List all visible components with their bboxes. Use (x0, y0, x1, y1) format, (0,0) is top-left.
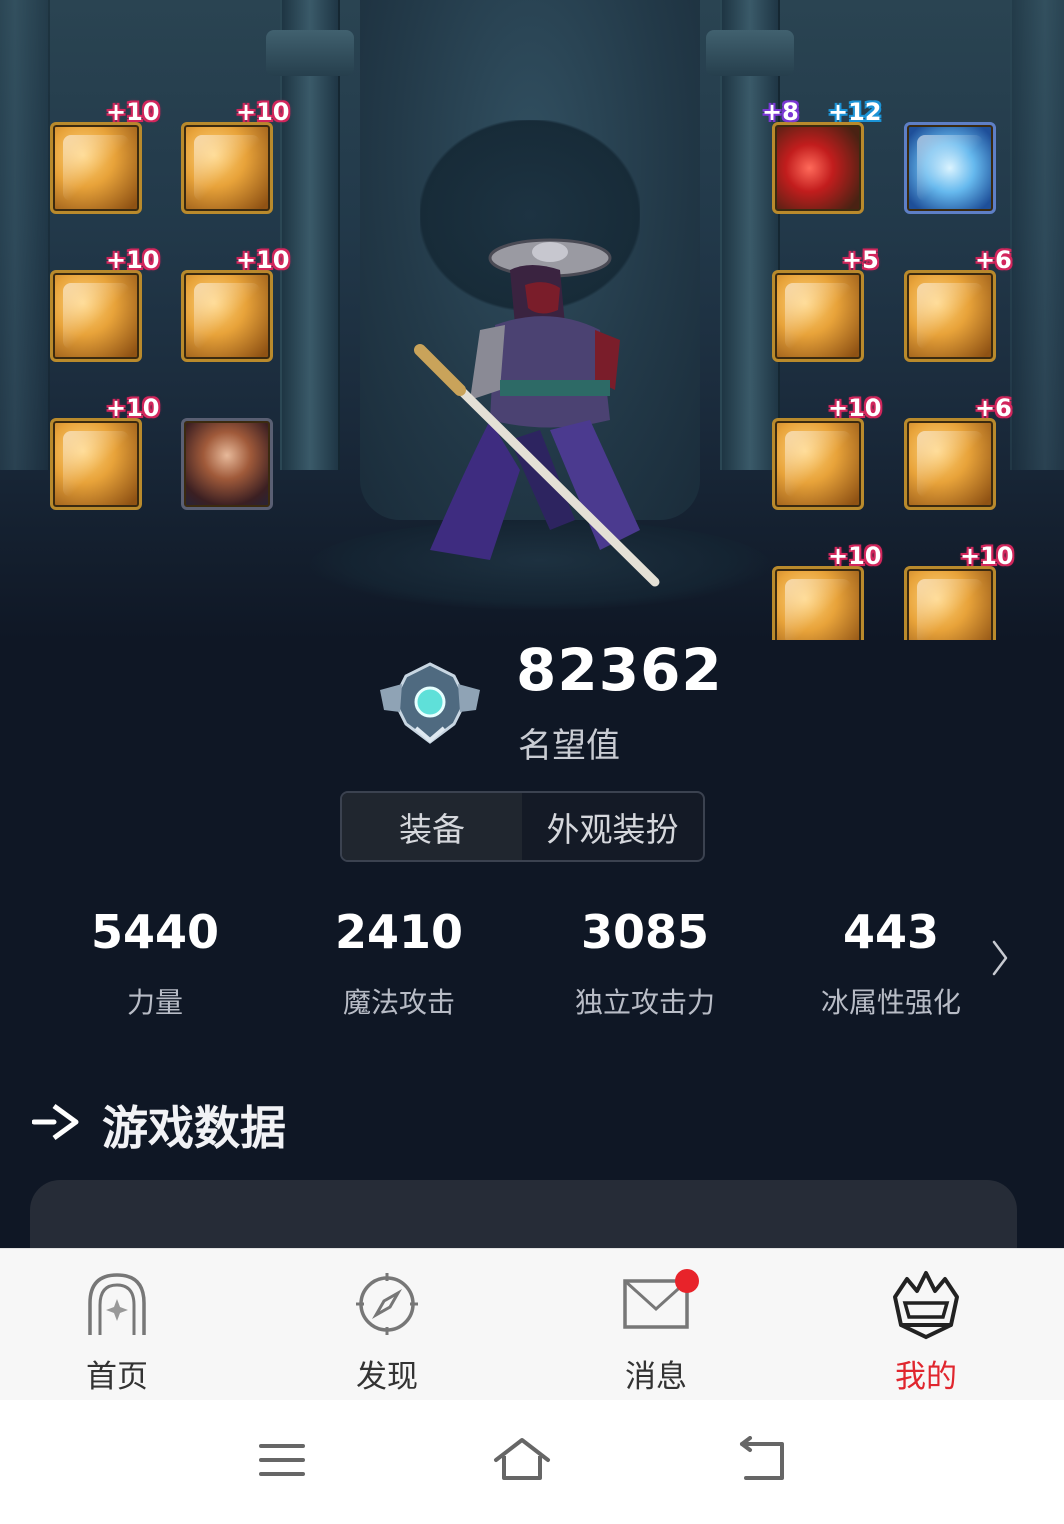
equip-slot-top[interactable] (181, 122, 273, 214)
equip-slot-belt[interactable] (181, 270, 273, 362)
stat-value: 3085 (580, 905, 710, 959)
equip-slot-weapon[interactable] (772, 122, 864, 214)
enhance-level: +6 (975, 246, 1012, 274)
enhance-level: +10 (828, 394, 882, 422)
stat-label: 力量 (126, 986, 183, 1019)
background-pillar (1010, 0, 1064, 470)
enhance-level: +6 (975, 394, 1012, 422)
system-nav-bar (0, 1400, 1064, 1524)
crown-icon (893, 1271, 959, 1340)
equip-slot-shoes[interactable] (50, 418, 142, 510)
tab-discover[interactable]: 发现 (287, 1249, 487, 1401)
equip-slot-earring[interactable] (904, 566, 996, 640)
stat-label: 冰属性强化 (820, 986, 961, 1019)
prestige-value: 82362 (516, 636, 723, 704)
stat-label: 魔法攻击 (342, 986, 455, 1019)
enhance-level: +5 (842, 246, 879, 274)
enhance-level: +10 (106, 98, 160, 126)
enhance-level: +10 (236, 98, 290, 126)
equip-slot-support[interactable] (772, 566, 864, 640)
enhance-level: +10 (236, 246, 290, 274)
equip-slot-shoulder[interactable] (50, 122, 142, 214)
equip-slot-bottom[interactable] (50, 270, 142, 362)
tab-mine[interactable]: 我的 (826, 1249, 1026, 1401)
bottom-tab-bar: 首页 发现 消息 我的 (0, 1248, 1064, 1400)
app-root: +10 +10 +10 +10 +10 +8 +12 +5 +6 +10 +6 … (0, 0, 1064, 1524)
stat-value: 443 (842, 905, 940, 959)
enhance-level: +10 (106, 246, 160, 274)
prestige-label: 名望值 (518, 726, 620, 766)
prestige-rank-badge-icon (380, 662, 480, 744)
view-toggle: 装备 外观装扮 (340, 791, 705, 862)
stats-row[interactable]: 5440 力量 2410 魔法攻击 3085 独立攻击力 443 冰属性强化 (30, 905, 990, 1035)
tab-mine-label: 我的 (895, 1359, 957, 1395)
character-avatar[interactable] (400, 230, 670, 590)
arrow-right-icon (32, 1103, 79, 1141)
background-pillar (706, 0, 794, 470)
equip-slot-necklace[interactable] (904, 270, 996, 362)
stat-label: 独立攻击力 (574, 986, 715, 1019)
refine-level: +12 (828, 98, 882, 126)
background-pillar (266, 0, 354, 470)
compass-icon (356, 1273, 418, 1335)
background-pillar (0, 0, 50, 470)
chevron-right-icon[interactable] (988, 938, 1012, 978)
home-icon[interactable] (492, 1436, 552, 1484)
tab-home-label: 首页 (86, 1359, 148, 1395)
stat-item: 443 冰属性强化 (766, 905, 1016, 1021)
stat-item: 2410 魔法攻击 (274, 905, 524, 1021)
back-icon[interactable] (736, 1436, 788, 1484)
menu-icon[interactable] (258, 1436, 306, 1484)
stat-item: 3085 独立攻击力 (520, 905, 770, 1021)
enhance-level: +10 (106, 394, 160, 422)
tab-equipment[interactable]: 装备 (342, 793, 522, 860)
swordsman-figure (414, 238, 660, 587)
enhance-level: +8 (762, 98, 799, 126)
enhance-level: +10 (960, 542, 1014, 570)
equip-slot-bracelet[interactable] (772, 270, 864, 362)
tab-discover-label: 发现 (356, 1359, 418, 1395)
game-data-title: 游戏数据 (102, 1101, 286, 1155)
unread-badge (675, 1269, 699, 1293)
equip-slot-gloves[interactable] (772, 418, 864, 510)
enhance-level: +10 (828, 542, 882, 570)
stat-value: 2410 (334, 905, 464, 959)
tab-home[interactable]: 首页 (17, 1249, 217, 1401)
stat-item: 5440 力量 (30, 905, 280, 1021)
stat-value: 5440 (90, 905, 220, 959)
character-scene: +10 +10 +10 +10 +10 +8 +12 +5 +6 +10 +6 … (0, 0, 1064, 640)
equip-slot-ring[interactable] (904, 418, 996, 510)
equip-slot-title[interactable] (904, 122, 996, 214)
tab-messages-label: 消息 (625, 1359, 687, 1395)
arch-home-icon (88, 1273, 146, 1335)
tab-avatar[interactable]: 外观装扮 (522, 793, 703, 860)
tab-messages[interactable]: 消息 (556, 1249, 756, 1401)
equip-slot-pet[interactable] (181, 418, 273, 510)
